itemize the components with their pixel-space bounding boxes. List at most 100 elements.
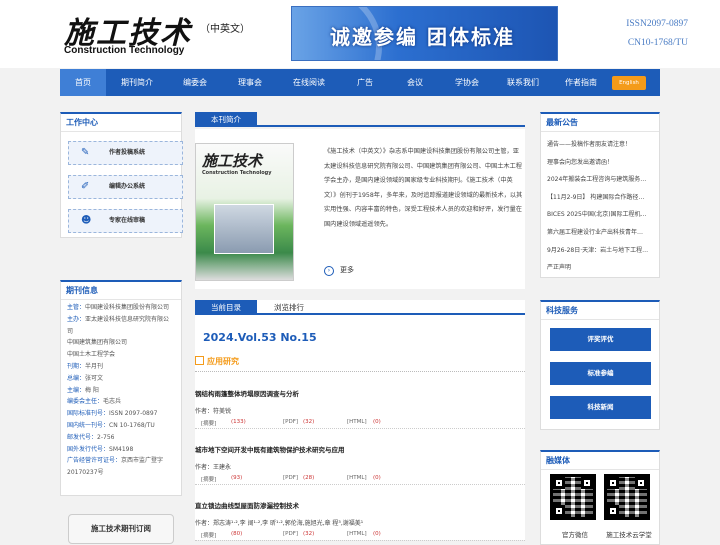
- qr-finder: [553, 505, 565, 517]
- logo-english: Construction Technology: [64, 45, 185, 56]
- logo-subtitle: （中英文）: [200, 24, 250, 35]
- notice-item[interactable]: BICES 2025中国(北京)国际工程机…: [541, 206, 659, 224]
- journal-cover[interactable]: 施工技术 Construction Technology: [195, 143, 294, 281]
- html-link[interactable]: [HTML]: [347, 475, 367, 481]
- info-key: 总编：: [67, 374, 86, 382]
- nav-ads[interactable]: 广告: [340, 69, 390, 96]
- article-author: 作者：王建永: [195, 464, 232, 471]
- html-count: (0): [373, 475, 381, 481]
- pdf-link[interactable]: [PDF]: [283, 419, 298, 425]
- chevron-right-icon: ›: [324, 266, 334, 276]
- notice-item[interactable]: 通告——投稿作者朋友请注意！: [541, 136, 659, 154]
- info-value: SM4198: [109, 445, 134, 453]
- abstract-count: (93): [231, 475, 243, 481]
- square-icon: [195, 356, 204, 365]
- english-button[interactable]: English: [612, 76, 646, 90]
- nav-conference[interactable]: 会议: [390, 69, 440, 96]
- info-line: 国际标准刊号：ISSN 2097-0897: [67, 408, 175, 420]
- nav-association[interactable]: 学协会: [440, 69, 494, 96]
- nav-about[interactable]: 期刊简介: [106, 69, 168, 96]
- abstract-link[interactable]: [摘要]: [201, 475, 216, 483]
- article-title[interactable]: 钢结构雨篷整体坍塌原因调查与分析: [195, 388, 525, 398]
- info-line: 刊期：半月刊: [67, 361, 175, 373]
- html-count: (0): [373, 531, 381, 537]
- site-header: 施工技术 （中英文） Construction Technology 诚邀参编 …: [0, 0, 720, 68]
- more-link[interactable]: › 更多: [324, 265, 354, 276]
- expert-review-button[interactable]: ☻ 专家在线审稿: [68, 209, 183, 233]
- html-link[interactable]: [HTML]: [347, 531, 367, 537]
- classroom-qr-code: [604, 474, 650, 520]
- abstract-link[interactable]: [摘要]: [201, 531, 216, 539]
- info-value: 2-756: [97, 433, 115, 441]
- info-line: 主管：中国建设科技集团股份有限公司: [67, 302, 175, 314]
- info-key: 国内统一刊号：: [67, 421, 110, 429]
- article-title[interactable]: 城市地下空间开发中既有建筑物保护技术研究与应用: [195, 444, 525, 454]
- pdf-count: (32): [303, 531, 315, 537]
- author-submission-label: 作者投稿系统: [109, 149, 146, 156]
- info-value: 中国建设科技集团股份有限公司: [85, 304, 170, 311]
- editor-office-label: 编辑办公系统: [109, 183, 146, 190]
- tech-news-button[interactable]: 科技新闻: [550, 396, 651, 419]
- notice-item[interactable]: 第六届工程建设行业产出科技青年…: [541, 224, 659, 242]
- info-line: 中国土木工程学会: [67, 349, 175, 361]
- abstract-count: (133): [231, 419, 246, 425]
- intro-text: 《施工技术（中英文）》杂志系中国建设科技集团股份有限公司主管，亚太建设科技信息研…: [324, 148, 523, 228]
- nav-online-reading[interactable]: 在线阅读: [278, 69, 340, 96]
- volume-title: 2024.Vol.53 No.15: [203, 331, 317, 344]
- info-key: 国际标准刊号：: [67, 410, 110, 418]
- info-line: 广告经营许可证号：京西市监广登字: [67, 455, 175, 467]
- cn-label: CN10-1768/TU: [627, 38, 688, 48]
- nav-author-guide[interactable]: 作者指南: [552, 69, 610, 96]
- info-line: 主办：亚太建设科技信息研究院有限公司: [67, 314, 175, 338]
- notice-item[interactable]: 【11月2-9日】 构建国际合作路径…: [541, 189, 659, 207]
- section-heading: 应用研究: [195, 356, 525, 372]
- tab-intro[interactable]: 本刊简介: [195, 112, 257, 127]
- html-link[interactable]: [HTML]: [347, 419, 367, 425]
- media-title: 融媒体: [541, 452, 659, 470]
- tab-ranking[interactable]: 浏览排行: [257, 300, 321, 315]
- nav-editorial-board[interactable]: 编委会: [168, 69, 222, 96]
- edit-icon: ✐: [81, 181, 90, 192]
- notice-item[interactable]: 严正声明: [541, 259, 659, 277]
- info-key: 国外发行代号：: [67, 445, 110, 453]
- issn-label: ISSN2097-0897: [626, 19, 688, 29]
- html-count: (0): [373, 419, 381, 425]
- info-key: 编委会主任：: [67, 398, 104, 406]
- wechat-qr-code: [550, 474, 596, 520]
- article-author: 作者：郑志涛¹·²,李 阔¹·²,李 昕¹·²,郭伦海,施旭光,章 程³,谢福美…: [195, 520, 364, 527]
- wechat-caption: 官方微信: [562, 531, 588, 539]
- intro-tabbar: 本刊简介: [195, 112, 525, 127]
- info-key: 主管：: [67, 304, 86, 311]
- article-item: 钢结构雨篷整体坍塌原因调查与分析 作者：符美锐 [摘要] (133) [PDF]…: [195, 388, 525, 429]
- tab-current-issue[interactable]: 当前目录: [195, 300, 257, 315]
- nav-home[interactable]: 首页: [60, 69, 106, 96]
- notice-item[interactable]: 理事会向您发出邀请函！: [541, 154, 659, 172]
- banner-ad[interactable]: 诚邀参编 团体标准: [291, 6, 558, 61]
- expert-review-label: 专家在线审稿: [109, 217, 146, 224]
- notice-item[interactable]: 9月26-28日·天津：岩土与地下工程…: [541, 242, 659, 260]
- info-line: 国内统一刊号：CN 10-1768/TU: [67, 420, 175, 432]
- abstract-count: (80): [231, 531, 243, 537]
- nav-contact[interactable]: 联系我们: [494, 69, 552, 96]
- section-label: 应用研究: [207, 357, 239, 366]
- abstract-link[interactable]: [摘要]: [201, 419, 216, 427]
- info-line: 国外发行代号：SM4198: [67, 444, 175, 456]
- article-title[interactable]: 直立锁边曲线型屋面防渗漏控制技术: [195, 500, 525, 510]
- classroom-caption: 施工技术云学堂: [606, 531, 652, 539]
- cover-building-image: [214, 204, 274, 254]
- article-author: 作者：符美锐: [195, 408, 232, 415]
- pdf-link[interactable]: [PDF]: [283, 475, 298, 481]
- info-line: 主编：梅 阳: [67, 385, 175, 397]
- notice-item[interactable]: 2024年搬装会工程咨询与建筑服务…: [541, 171, 659, 189]
- banner-text: 诚邀参编 团体标准: [330, 25, 515, 49]
- main-nav: 首页 期刊简介 编委会 理事会 在线阅读 广告 会议 学协会 联系我们 作者指南…: [60, 69, 660, 96]
- author-submission-button[interactable]: ✎ 作者投稿系统: [68, 141, 183, 165]
- award-button[interactable]: 评奖评优: [550, 328, 651, 351]
- pdf-link[interactable]: [PDF]: [283, 531, 298, 537]
- standard-button[interactable]: 标准参编: [550, 362, 651, 385]
- info-value: 张可文: [85, 374, 104, 382]
- info-value: 中国土木工程学会: [67, 351, 116, 359]
- info-key: 主办：: [67, 315, 86, 323]
- nav-council[interactable]: 理事会: [222, 69, 278, 96]
- editor-office-button[interactable]: ✐ 编辑办公系统: [68, 175, 183, 199]
